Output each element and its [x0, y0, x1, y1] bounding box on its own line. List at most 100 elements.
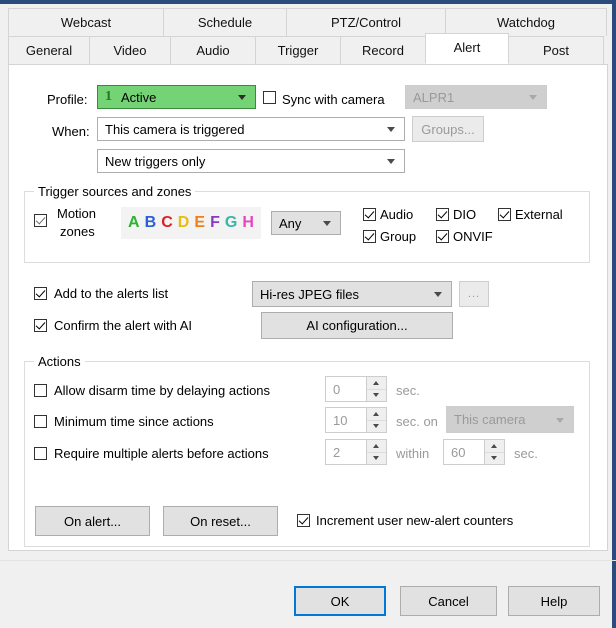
tab-audio[interactable]: Audio — [170, 36, 256, 64]
stepper-up-icon[interactable] — [367, 440, 386, 453]
minimum-time-target-select[interactable]: This camera — [446, 406, 574, 433]
ai-configuration-button[interactable]: AI configuration... — [261, 312, 453, 339]
alert-count-stepper[interactable]: 2 — [325, 439, 387, 465]
audio-source-checkbox[interactable] — [363, 208, 376, 221]
motion-zone-letters[interactable]: A B C D E F G H — [121, 207, 261, 239]
browse-alert-folder-button[interactable]: ... — [459, 281, 489, 307]
motion-zones-checkbox[interactable] — [34, 214, 47, 227]
ok-button[interactable]: OK — [294, 586, 386, 616]
disarm-delay-value: 0 — [333, 381, 341, 397]
footer-divider — [0, 560, 616, 561]
add-to-alerts-list-checkbox[interactable] — [34, 287, 47, 300]
zone-letter-h[interactable]: H — [242, 215, 254, 231]
increment-counters-checkbox[interactable] — [297, 514, 310, 527]
sync-with-camera-checkbox[interactable] — [263, 91, 276, 104]
tab-schedule[interactable]: Schedule — [163, 8, 287, 36]
zone-letter-g[interactable]: G — [225, 215, 237, 231]
dio-source-checkbox[interactable] — [436, 208, 449, 221]
tab-alert[interactable]: Alert — [425, 33, 509, 64]
minimum-time-checkbox[interactable] — [34, 415, 47, 428]
audio-source-label: Audio — [380, 207, 414, 222]
alert-window-unit: sec. — [514, 446, 538, 461]
minimum-time-unit: sec. on — [396, 414, 438, 429]
on-alert-button[interactable]: On alert... — [35, 506, 150, 536]
minimum-time-stepper[interactable]: 10 — [325, 407, 387, 433]
tab-post[interactable]: Post — [508, 36, 604, 64]
chevron-down-icon — [434, 292, 443, 297]
zone-letter-d[interactable]: D — [178, 215, 190, 231]
group-source-label: Group — [380, 229, 417, 244]
stepper-buttons[interactable] — [484, 440, 504, 464]
camera-value: ALPR1 — [413, 89, 455, 105]
zone-letter-f[interactable]: F — [210, 215, 220, 231]
stepper-down-icon[interactable] — [485, 453, 504, 465]
when-trigger-mode-value: New triggers only — [105, 153, 206, 169]
on-reset-button[interactable]: On reset... — [163, 506, 278, 536]
stepper-up-icon[interactable] — [367, 377, 386, 390]
stepper-up-icon[interactable] — [367, 408, 386, 421]
stepper-down-icon[interactable] — [367, 453, 386, 465]
tab-general[interactable]: General — [8, 36, 90, 64]
tab-webcast[interactable]: Webcast — [8, 8, 164, 36]
motion-zones-label-line2: zones — [60, 224, 95, 239]
profile-select[interactable]: 1 Active — [97, 85, 256, 109]
chevron-down-icon — [529, 95, 538, 100]
tab-ptz-control[interactable]: PTZ/Control — [286, 8, 446, 36]
allow-disarm-time-checkbox[interactable] — [34, 384, 47, 397]
zone-letter-e[interactable]: E — [194, 215, 205, 231]
minimum-time-label: Minimum time since actions — [54, 414, 214, 429]
require-multiple-alerts-label: Require multiple alerts before actions — [54, 446, 269, 461]
profile-number: 1 — [105, 89, 112, 104]
disarm-delay-stepper[interactable]: 0 — [325, 376, 387, 402]
help-button[interactable]: Help — [508, 586, 600, 616]
external-source-label: External — [515, 207, 563, 222]
require-multiple-alerts-checkbox[interactable] — [34, 447, 47, 460]
when-label: When: — [52, 124, 90, 139]
cancel-button[interactable]: Cancel — [400, 586, 497, 616]
zone-mode-select[interactable]: Any — [271, 211, 341, 235]
stepper-down-icon[interactable] — [367, 421, 386, 433]
group-source-checkbox[interactable] — [363, 230, 376, 243]
when-condition-select[interactable]: This camera is triggered — [97, 117, 405, 141]
minimum-time-value: 10 — [333, 412, 348, 428]
zone-letter-b[interactable]: B — [145, 215, 157, 231]
actions-group-title: Actions — [34, 354, 85, 369]
tab-watchdog[interactable]: Watchdog — [445, 8, 607, 36]
alert-tab-panel: Profile: 1 Active Sync with camera ALPR1… — [8, 64, 608, 551]
profile-value: Active — [121, 89, 157, 105]
alert-window-stepper[interactable]: 60 — [443, 439, 505, 465]
onvif-source-label: ONVIF — [453, 229, 493, 244]
alert-window-label: within — [396, 446, 430, 461]
sync-with-camera-label: Sync with camera — [282, 92, 385, 107]
alert-file-format-value: Hi-res JPEG files — [260, 286, 359, 302]
alert-file-format-select[interactable]: Hi-res JPEG files — [252, 281, 452, 307]
alert-count-value: 2 — [333, 444, 341, 460]
external-source-checkbox[interactable] — [498, 208, 511, 221]
ellipsis-icon: ... — [467, 288, 481, 300]
stepper-up-icon[interactable] — [485, 440, 504, 453]
tab-row-upper: Webcast Schedule PTZ/Control Watchdog — [8, 8, 607, 36]
chevron-down-icon — [238, 95, 247, 100]
tab-record[interactable]: Record — [340, 36, 426, 64]
stepper-buttons[interactable] — [366, 440, 386, 464]
when-trigger-mode-select[interactable]: New triggers only — [97, 149, 405, 173]
add-to-alerts-list-label: Add to the alerts list — [54, 286, 169, 301]
onvif-source-checkbox[interactable] — [436, 230, 449, 243]
alert-window-value: 60 — [451, 444, 466, 460]
stepper-down-icon[interactable] — [367, 390, 386, 402]
stepper-buttons[interactable] — [366, 377, 386, 401]
camera-select[interactable]: ALPR1 — [405, 85, 547, 109]
window-frame-right — [612, 0, 616, 628]
chevron-down-icon — [387, 159, 396, 164]
confirm-with-ai-checkbox[interactable] — [34, 319, 47, 332]
tab-trigger[interactable]: Trigger — [255, 36, 341, 64]
tab-video[interactable]: Video — [89, 36, 171, 64]
groups-button[interactable]: Groups... — [412, 116, 484, 142]
confirm-with-ai-label: Confirm the alert with AI — [54, 318, 192, 333]
zone-letter-c[interactable]: C — [161, 215, 173, 231]
profile-label: Profile: — [47, 92, 88, 107]
window-title-bar-accent — [0, 0, 616, 4]
zone-letter-a[interactable]: A — [128, 215, 140, 231]
dio-source-label: DIO — [453, 207, 477, 222]
stepper-buttons[interactable] — [366, 408, 386, 432]
